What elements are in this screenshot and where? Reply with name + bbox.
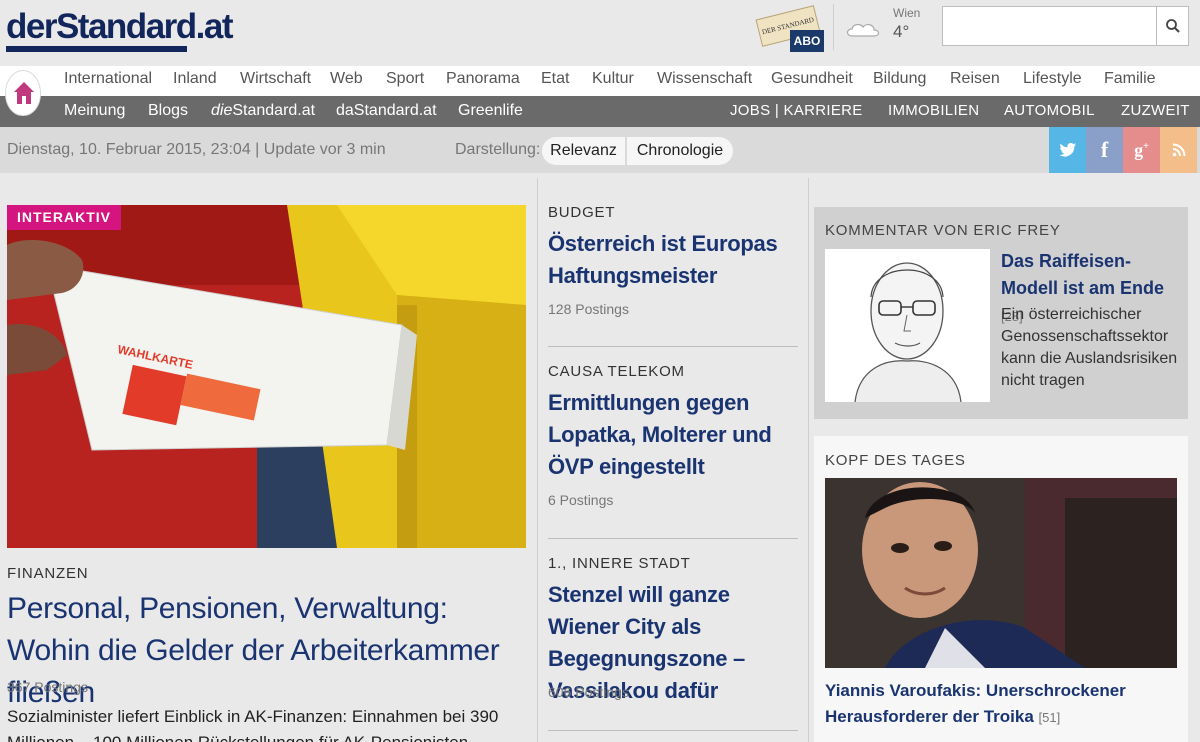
nav-item-greenlife[interactable]: Greenlife	[458, 102, 523, 120]
nav-item-sport[interactable]: Sport	[386, 70, 424, 88]
lead-kicker: FINANZEN	[7, 565, 89, 582]
nav-item-jobs-karriere[interactable]: JOBS | KARRIERE	[730, 102, 863, 119]
kommentar-teaser: Ein österreichischer Genossenschaftssekt…	[1001, 306, 1178, 389]
abo-promo[interactable]: DER STANDARD ABO	[754, 4, 824, 52]
article-divider	[548, 538, 798, 539]
facebook-icon: f	[1100, 137, 1109, 162]
nav-item-blogs[interactable]: Blogs	[148, 102, 188, 120]
lead-story-image[interactable]: WAHLKARTE	[7, 205, 526, 548]
nav-item-reisen[interactable]: Reisen	[950, 70, 1000, 88]
weather-city: Wien	[893, 6, 921, 20]
facebook-button[interactable]: f	[1086, 127, 1123, 173]
lead-postings-link[interactable]: 367 Postings	[7, 679, 88, 695]
article-headline[interactable]: Österreich ist Europas Haftungsmeister	[548, 228, 798, 292]
secondary-nav: Meinung Blogs dieStandard.at daStandard.…	[0, 96, 1200, 127]
date-update-text: Dienstag, 10. Februar 2015, 23:04 | Upda…	[7, 141, 386, 158]
nav-item-inland[interactable]: Inland	[173, 70, 217, 88]
author-portrait[interactable]	[825, 249, 990, 402]
nav-item-familie[interactable]: Familie	[1104, 70, 1156, 88]
home-button[interactable]	[5, 70, 41, 116]
relevanz-toggle[interactable]: Relevanz	[542, 137, 625, 165]
nav-item-immobilien[interactable]: IMMOBILIEN	[888, 102, 979, 119]
kopf-title: Yiannis Varoufakis: Unerschrockener Hera…	[825, 681, 1126, 726]
weather-temperature: 4°	[893, 22, 910, 41]
nav-item-automobil[interactable]: AUTOMOBIL	[1004, 102, 1095, 119]
nav-item-panorama[interactable]: Panorama	[446, 70, 520, 88]
article-kicker: 1., INNERE STADT	[548, 555, 691, 572]
article-postings-link[interactable]: 128 Postings	[548, 301, 629, 317]
nav-item-dastandard[interactable]: daStandard.at	[336, 102, 437, 120]
nav-item-etat[interactable]: Etat	[541, 70, 569, 88]
nav-item-zuzweit[interactable]: ZUZWEIT	[1121, 102, 1190, 119]
cloud-icon	[846, 23, 880, 37]
column-divider-right	[808, 178, 809, 742]
primary-nav: International Inland Wirtschaft Web Spor…	[0, 66, 1200, 96]
article-divider	[548, 346, 798, 347]
interaktiv-badge: INTERAKTIV	[7, 205, 121, 230]
ballot-envelope-image: WAHLKARTE	[7, 205, 526, 548]
rss-icon	[1172, 143, 1185, 157]
lead-teaser-text: Sozialminister liefert Einblick in AK-Fi…	[7, 707, 499, 742]
site-header: derStandard.at DER STANDARD ABO Wien 4°	[0, 0, 1200, 66]
column-divider-left	[537, 178, 538, 742]
google-plus-button[interactable]: g+	[1123, 127, 1160, 173]
article-kicker: BUDGET	[548, 204, 616, 221]
nav-item-meinung[interactable]: Meinung	[64, 102, 125, 120]
portrait-photo	[825, 478, 1177, 668]
nav-item-wirtschaft[interactable]: Wirtschaft	[240, 70, 311, 88]
article-postings-link[interactable]: 6 Postings	[548, 492, 613, 508]
nav-item-kultur[interactable]: Kultur	[592, 70, 634, 88]
article-postings-link[interactable]: 606 Postings	[548, 684, 629, 700]
search-icon	[1165, 19, 1180, 33]
search-input[interactable]	[942, 6, 1157, 46]
nav-item-gesundheit[interactable]: Gesundheit	[771, 70, 853, 88]
article-kicker: CAUSA TELEKOM	[548, 363, 685, 380]
nav-item-international[interactable]: International	[64, 70, 152, 88]
kopf-kicker: KOPF DES TAGES	[825, 452, 966, 469]
kopf-count: [51]	[1038, 710, 1061, 725]
lead-headline[interactable]: Personal, Pensionen, Verwaltung: Wohin d…	[7, 588, 532, 714]
logo-underline	[6, 46, 187, 52]
twitter-icon	[1059, 143, 1076, 157]
article-headline[interactable]: Ermittlungen gegen Lopatka, Molterer und…	[548, 387, 798, 483]
rss-button[interactable]	[1160, 127, 1197, 173]
google-plus-icon: g+	[1134, 139, 1149, 160]
chronologie-toggle[interactable]: Chronologie	[627, 137, 733, 165]
author-sketch-image	[825, 249, 990, 402]
kommentar-title: Das Raiffeisen-Modell ist am Ende	[1001, 251, 1165, 298]
nav-item-web[interactable]: Web	[330, 70, 363, 88]
home-icon	[14, 82, 34, 104]
article-divider	[548, 730, 798, 731]
nav-item-diestandard[interactable]: dieStandard.at	[211, 102, 315, 120]
darstellung-label: Darstellung:	[455, 141, 541, 158]
abo-badge: ABO	[790, 30, 824, 52]
nav-item-bildung[interactable]: Bildung	[873, 70, 926, 88]
site-logo[interactable]: derStandard.at	[6, 9, 234, 45]
kopf-headline[interactable]: Yiannis Varoufakis: Unerschrockener Hera…	[825, 678, 1185, 731]
header-divider	[833, 4, 834, 50]
kommentar-kicker: KOMMENTAR VON ERIC FREY	[825, 222, 1061, 239]
twitter-button[interactable]	[1049, 127, 1086, 173]
nav-item-wissenschaft[interactable]: Wissenschaft	[657, 70, 752, 88]
nav-item-lifestyle[interactable]: Lifestyle	[1023, 70, 1082, 88]
kopf-des-tages-image[interactable]	[825, 478, 1177, 668]
search-button[interactable]	[1156, 6, 1189, 46]
date-bar: Dienstag, 10. Februar 2015, 23:04 | Upda…	[0, 127, 1200, 173]
